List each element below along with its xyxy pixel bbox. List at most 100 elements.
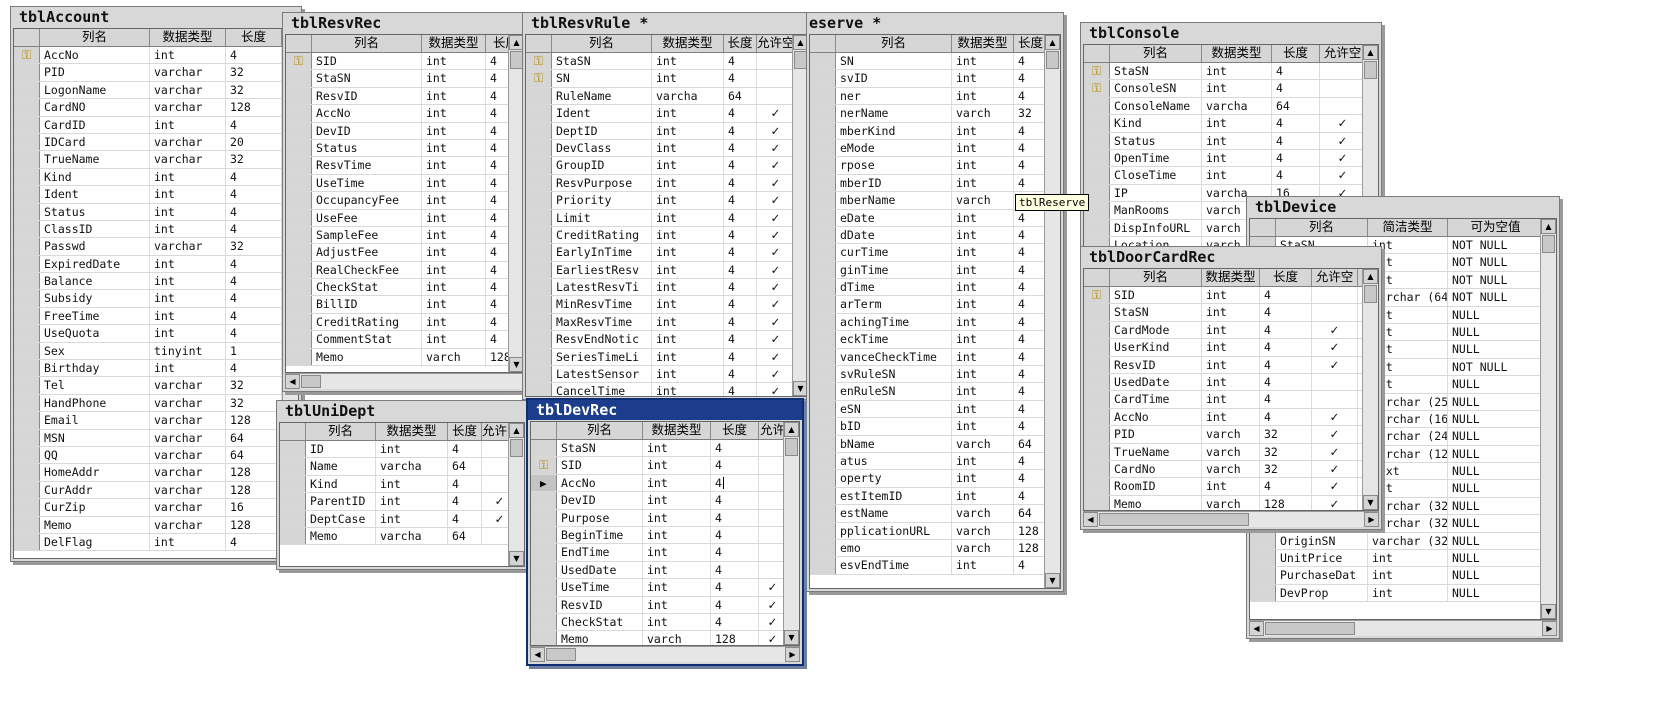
- table-row[interactable]: PID varchar 32: [14, 64, 298, 82]
- data-type-cell[interactable]: int: [952, 209, 1014, 226]
- length-cell[interactable]: 4: [711, 544, 759, 561]
- column-header[interactable]: 数据类型: [376, 423, 448, 440]
- length-cell[interactable]: 32: [1260, 426, 1312, 443]
- data-type-cell[interactable]: int: [1368, 584, 1448, 602]
- data-type-cell[interactable]: varchar: [150, 412, 226, 429]
- length-cell[interactable]: 4: [226, 186, 282, 203]
- length-cell[interactable]: 32: [1014, 105, 1048, 122]
- row-selector[interactable]: ▶: [531, 474, 557, 492]
- length-cell[interactable]: 4: [226, 168, 282, 186]
- table-row[interactable]: StaSN int 4: [1084, 304, 1378, 322]
- data-type-cell[interactable]: varchar: [150, 446, 226, 464]
- column-name-cell[interactable]: BeginTime: [557, 526, 643, 544]
- scroll-right-icon[interactable]: ▶: [1542, 621, 1557, 636]
- table-row[interactable]: RealCheckFee int 4: [286, 261, 524, 280]
- scroll-thumb[interactable]: [1099, 513, 1249, 526]
- length-cell[interactable]: 4: [724, 139, 757, 157]
- table-row[interactable]: opertyint4✓: [810, 470, 1060, 488]
- table-row[interactable]: Balance int 4: [14, 273, 298, 291]
- data-type-cell[interactable]: varchar: [150, 394, 226, 412]
- data-type-cell[interactable]: varchar: [150, 516, 226, 533]
- column-name-cell[interactable]: atus: [836, 452, 952, 470]
- length-cell[interactable]: 4: [1260, 356, 1312, 373]
- length-cell[interactable]: 4: [1014, 139, 1048, 157]
- row-selector[interactable]: [526, 105, 552, 122]
- column-name-cell[interactable]: AccNo: [40, 47, 150, 64]
- table-row[interactable]: Memo varchar 128: [14, 516, 298, 534]
- table-window-resvrule[interactable]: tblResvRule * 列名 数据类型 长度 允许空 ⚿ StaSN int 4 ⚿ SN in…: [522, 12, 812, 400]
- column-name-cell[interactable]: CardNo: [1110, 460, 1202, 478]
- table-row[interactable]: ⚿ SID int 4: [531, 457, 799, 475]
- table-row[interactable]: mberIDint4✓: [810, 174, 1060, 193]
- table-row[interactable]: nerNamevarch32✓: [810, 105, 1060, 123]
- table-row[interactable]: CreditRating int 4 ✓: [526, 226, 808, 245]
- length-cell[interactable]: 128: [1260, 495, 1312, 510]
- length-cell[interactable]: 4: [1014, 487, 1048, 505]
- table-row[interactable]: StaSN int 4: [531, 440, 799, 458]
- data-type-cell[interactable]: varchar: [150, 64, 226, 81]
- data-type-cell[interactable]: int: [643, 440, 711, 457]
- length-cell[interactable]: 4: [711, 561, 759, 579]
- table-row[interactable]: AccNo int 4: [286, 105, 524, 123]
- table-row[interactable]: ⚿ SN int 4: [526, 70, 808, 88]
- scroll-up-icon[interactable]: ▲: [1363, 45, 1378, 60]
- nullable-cell[interactable]: NULL: [1448, 376, 1544, 393]
- data-type-cell[interactable]: int: [1202, 149, 1272, 167]
- data-type-cell[interactable]: varchar: [150, 499, 226, 516]
- length-cell[interactable]: 4: [226, 273, 282, 290]
- length-cell[interactable]: 4: [724, 53, 757, 70]
- row-selector[interactable]: [810, 209, 836, 226]
- data-type-cell[interactable]: int: [422, 313, 486, 331]
- length-cell[interactable]: 4: [226, 255, 282, 273]
- column-name-cell[interactable]: arTerm: [836, 296, 952, 313]
- table-row[interactable]: UnitPrice int NULL: [1250, 550, 1556, 568]
- scroll-right-icon[interactable]: ▶: [1364, 512, 1379, 527]
- table-title[interactable]: tblDevRec: [528, 400, 802, 420]
- length-cell[interactable]: 4: [724, 313, 757, 331]
- nullable-cell[interactable]: NULL: [1448, 463, 1544, 480]
- row-selector[interactable]: [526, 87, 552, 105]
- scroll-thumb[interactable]: [1364, 285, 1377, 303]
- length-cell[interactable]: 4: [1260, 478, 1312, 495]
- column-name-cell[interactable]: achingTime: [836, 313, 952, 331]
- row-selector[interactable]: [14, 99, 40, 116]
- data-type-cell[interactable]: varcha: [1202, 97, 1272, 115]
- length-cell[interactable]: 4: [1272, 149, 1320, 167]
- table-window-reserve[interactable]: eserve * 列名数据类型长度允许SNint4svIDint4nerint4…: [806, 12, 1064, 592]
- scroll-up-icon[interactable]: ▲: [509, 423, 524, 438]
- row-selector[interactable]: [286, 87, 312, 105]
- row-selector[interactable]: [810, 435, 836, 452]
- data-type-cell[interactable]: varch: [1202, 460, 1260, 478]
- row-selector[interactable]: [1084, 304, 1110, 321]
- column-name-cell[interactable]: nerName: [836, 105, 952, 122]
- data-type-cell[interactable]: int: [150, 186, 226, 203]
- allow-nulls-cell[interactable]: [1312, 304, 1358, 321]
- data-type-cell[interactable]: int: [652, 105, 724, 122]
- length-cell[interactable]: 64: [448, 527, 482, 545]
- length-cell[interactable]: 128: [226, 412, 282, 429]
- row-selector[interactable]: [531, 526, 557, 544]
- column-name-cell[interactable]: RoomID: [1110, 478, 1202, 495]
- row-selector[interactable]: [1084, 391, 1110, 408]
- table-row[interactable]: ResvID int 4 ✓: [531, 596, 799, 614]
- length-cell[interactable]: 4: [1260, 321, 1312, 339]
- length-cell[interactable]: 4: [724, 279, 757, 296]
- column-name-cell[interactable]: OriginSN: [1276, 532, 1368, 550]
- table-window-account[interactable]: tblAccount 列名 数据类型 长度 ⚿ AccNo int 4 PID varchar 3…: [10, 6, 302, 562]
- table-row[interactable]: UseQuota int 4: [14, 325, 298, 343]
- row-selector[interactable]: [810, 244, 836, 261]
- table-row[interactable]: Status int 4: [14, 203, 298, 221]
- table-row[interactable]: DeptCase int 4 ✓: [280, 510, 524, 528]
- row-selector[interactable]: [286, 331, 312, 348]
- row-selector[interactable]: [526, 261, 552, 279]
- scroll-up-icon[interactable]: ▲: [1363, 269, 1378, 284]
- table-row[interactable]: CreditRating int 4: [286, 313, 524, 332]
- row-selector[interactable]: [14, 238, 40, 255]
- data-type-cell[interactable]: int: [643, 544, 711, 561]
- row-selector[interactable]: [286, 279, 312, 296]
- column-header[interactable]: 数据类型: [652, 35, 724, 52]
- table-row[interactable]: ResvTime int 4: [286, 157, 524, 175]
- column-name-cell[interactable]: HomeAddr: [40, 464, 150, 481]
- column-name-cell[interactable]: FreeTime: [40, 307, 150, 325]
- length-cell[interactable]: 4: [1260, 304, 1312, 321]
